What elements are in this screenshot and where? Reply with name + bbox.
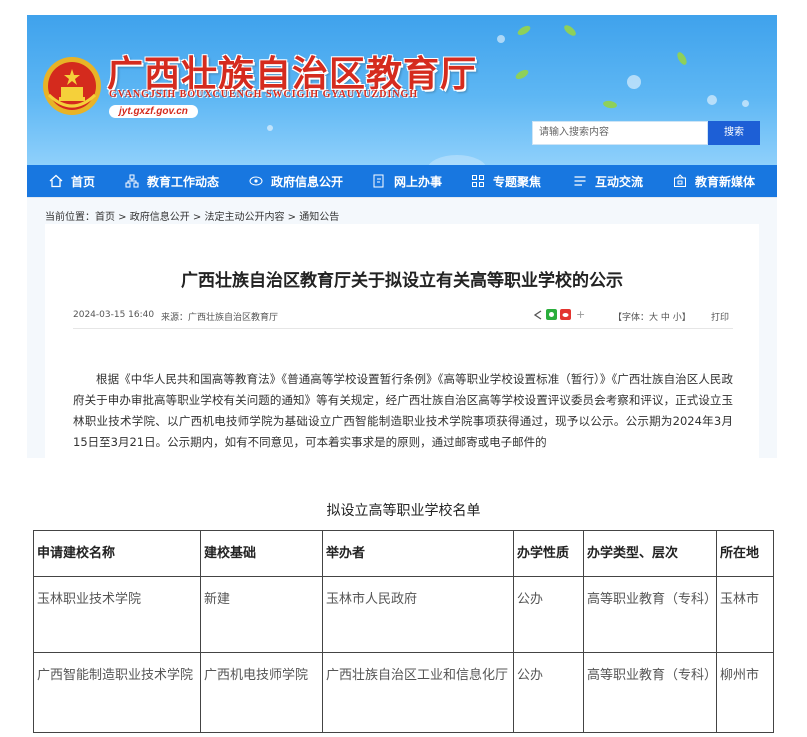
table-cell: 玉林市人民政府 bbox=[322, 576, 514, 653]
decor-bubble bbox=[427, 155, 487, 165]
table-cell: 玉林市 bbox=[716, 576, 774, 653]
table-cell: 高等职业教育（专科） bbox=[583, 576, 717, 653]
table-cell: 广西智能制造职业技术学院 bbox=[33, 652, 201, 733]
nav-item-online-service[interactable]: 网上办事 bbox=[372, 165, 442, 197]
decor-bubble bbox=[707, 95, 717, 105]
site-subtitle: GVANGJSIH BOUXCUENGH SWCIGIH GYAUYUZDING… bbox=[109, 89, 419, 100]
table-row: 广西智能制造职业技术学院 广西机电技师学院 广西壮族自治区工业和信息化厅 公办 … bbox=[33, 652, 774, 733]
table-cell: 玉林职业技术学院 bbox=[33, 576, 201, 653]
share-icon[interactable] bbox=[533, 309, 543, 320]
nav-item-home[interactable]: 首页 bbox=[49, 165, 95, 197]
nav-item-label: 政府信息公开 bbox=[271, 174, 344, 189]
decor-bubble bbox=[267, 125, 273, 131]
nav-item-interaction[interactable]: 互动交流 bbox=[573, 165, 643, 197]
nav-item-label: 互动交流 bbox=[595, 174, 644, 189]
eye-icon bbox=[249, 176, 263, 186]
nav-item-label: 首页 bbox=[71, 174, 96, 189]
breadcrumb[interactable]: 当前位置：首页 > 政府信息公开 > 法定主动公开内容 > 通知公告 bbox=[45, 208, 339, 223]
article-body: 根据《中华人民共和国高等教育法》《普通高等学校设置暂行条例》《高等职业学校设置标… bbox=[73, 372, 733, 449]
article-title: 广西壮族自治区教育厅关于拟设立有关高等职业学校的公示 bbox=[181, 271, 623, 291]
table-cell: 广西壮族自治区工业和信息化厅 bbox=[322, 652, 514, 733]
school-list-table: 申请建校名称 建校基础 举办者 办学性质 办学类型、层次 所在地 玉林职业技术学… bbox=[33, 530, 774, 733]
column-header: 办学性质 bbox=[513, 530, 584, 577]
table-row: 玉林职业技术学院 新建 玉林市人民政府 公办 高等职业教育（专科） 玉林市 bbox=[33, 576, 774, 653]
nav-item-new-media[interactable]: 教育新媒体 bbox=[673, 165, 755, 197]
article-panel: 广西壮族自治区教育厅关于拟设立有关高等职业学校的公示 2024-03-15 16… bbox=[45, 224, 759, 458]
decor-bubble bbox=[627, 75, 641, 89]
divider bbox=[73, 328, 733, 329]
header-banner: 广西壮族自治区教育厅 GVANGJSIH BOUXCUENGH SWCIGIH … bbox=[27, 15, 777, 165]
nav-item-label: 教育工作动态 bbox=[147, 174, 220, 189]
decor-bubble bbox=[742, 100, 749, 107]
column-header: 建校基础 bbox=[200, 530, 323, 577]
table-header-row: 申请建校名称 建校基础 举办者 办学性质 办学类型、层次 所在地 bbox=[33, 530, 774, 577]
webpage-screenshot: 广西壮族自治区教育厅 GVANGJSIH BOUXCUENGH SWCIGIH … bbox=[27, 15, 777, 458]
publish-date: 2024-03-15 16:40 bbox=[73, 310, 155, 320]
table-cell: 柳州市 bbox=[716, 652, 774, 733]
nav-item-topics[interactable]: 专题聚焦 bbox=[471, 165, 541, 197]
nav-item-label: 教育新媒体 bbox=[695, 174, 756, 189]
print-link[interactable]: 打印 bbox=[711, 310, 729, 323]
search-input[interactable]: 请输入搜索内容 bbox=[532, 121, 708, 145]
national-emblem-icon bbox=[43, 57, 101, 115]
nav-item-label: 专题聚焦 bbox=[493, 174, 542, 189]
content-area: 当前位置：首页 > 政府信息公开 > 法定主动公开内容 > 通知公告 广西壮族自… bbox=[27, 197, 777, 458]
chat-icon bbox=[574, 176, 586, 186]
main-nav: 首页 教育工作动态 政府信息公开 网上办事 专题聚焦 互动交流 教育新媒体 bbox=[27, 165, 777, 197]
font-size-control[interactable]: 【字体：大 中 小】 bbox=[613, 310, 691, 323]
column-header: 申请建校名称 bbox=[33, 530, 201, 577]
grid-icon bbox=[472, 175, 484, 187]
nav-item-gov-info[interactable]: 政府信息公开 bbox=[249, 165, 343, 197]
nav-item-work-news[interactable]: 教育工作动态 bbox=[125, 165, 219, 197]
wechat-icon[interactable] bbox=[546, 309, 557, 320]
media-icon bbox=[674, 174, 686, 187]
weibo-icon[interactable] bbox=[560, 309, 571, 320]
column-header: 举办者 bbox=[322, 530, 514, 577]
table-cell: 新建 bbox=[200, 576, 323, 653]
column-header: 所在地 bbox=[716, 530, 774, 577]
article-source: 来源：广西壮族自治区教育厅 bbox=[161, 313, 279, 323]
table-cell: 高等职业教育（专科） bbox=[583, 652, 717, 733]
edit-doc-icon bbox=[373, 174, 384, 188]
site-url: jyt.gxzf.gov.cn bbox=[109, 105, 198, 118]
column-header: 办学类型、层次 bbox=[583, 530, 717, 577]
decor-leaf bbox=[516, 23, 532, 38]
more-share-icon[interactable]: + bbox=[576, 308, 585, 321]
table-cell: 广西机电技师学院 bbox=[200, 652, 323, 733]
nav-item-label: 网上办事 bbox=[394, 174, 443, 189]
decor-leaf bbox=[514, 67, 530, 82]
table-cell: 公办 bbox=[513, 652, 584, 733]
share-bar: + bbox=[533, 308, 585, 321]
decor-bubble bbox=[497, 35, 505, 43]
table-cell: 公办 bbox=[513, 576, 584, 653]
home-icon bbox=[49, 174, 63, 188]
decor-leaf bbox=[602, 99, 618, 110]
decor-leaf bbox=[562, 23, 578, 38]
network-icon bbox=[125, 174, 139, 188]
table-title: 拟设立高等职业学校名单 bbox=[326, 503, 481, 519]
search-button[interactable]: 搜索 bbox=[708, 121, 760, 145]
decor-leaf bbox=[675, 50, 689, 67]
